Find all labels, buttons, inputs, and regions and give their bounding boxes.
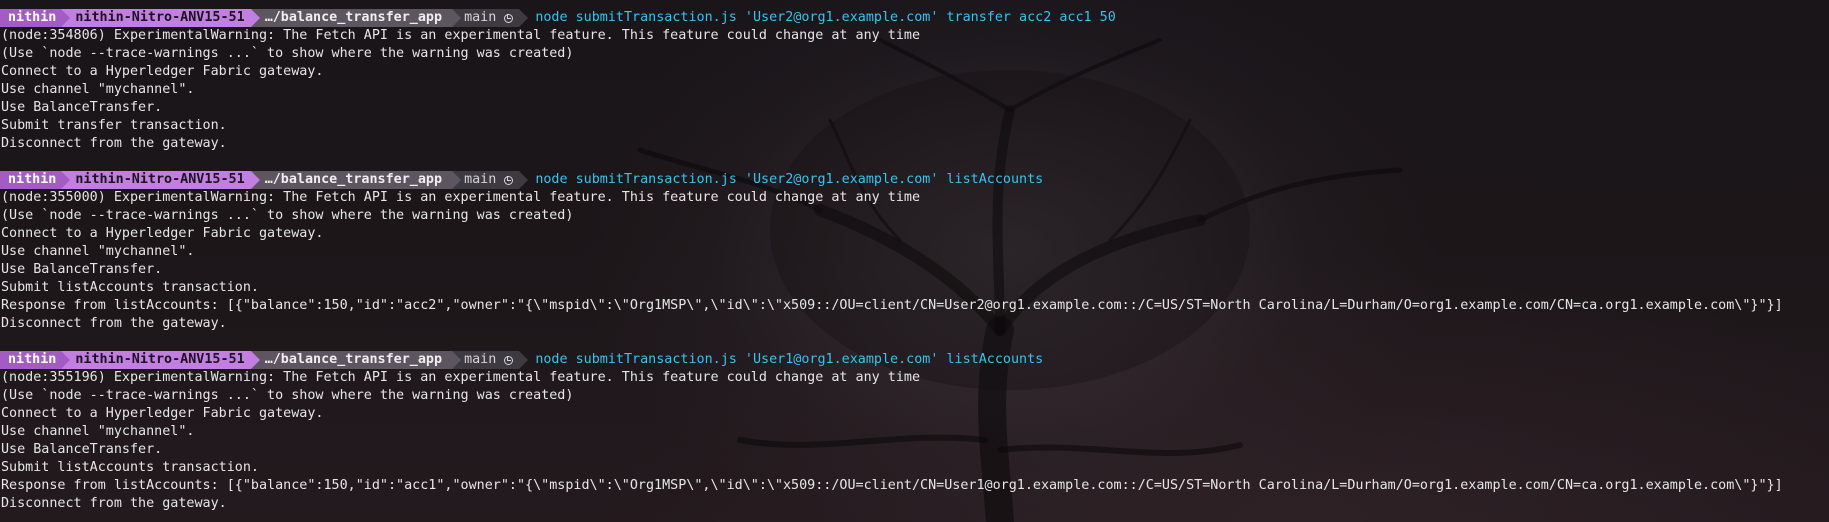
output-line: Use BalanceTransfer. xyxy=(1,262,163,277)
prompt-host: nithin-Nitro-ANV15-51 xyxy=(75,172,245,187)
output-line: (node:354806) ExperimentalWarning: The F… xyxy=(1,28,921,43)
output-line: Connect to a Hyperledger Fabric gateway. xyxy=(1,406,324,421)
output-line: Submit listAccounts transaction. xyxy=(1,460,259,475)
output-line: Submit listAccounts transaction. xyxy=(1,280,259,295)
output-line: Use BalanceTransfer. xyxy=(1,442,163,457)
prompt-user-segment: nithin xyxy=(0,9,71,27)
prompt-branch: main xyxy=(464,10,497,25)
output-line: Use channel "mychannel". xyxy=(1,244,195,259)
prompt-user: nithin xyxy=(8,172,57,187)
output-line: (Use `node --trace-warnings ...` to show… xyxy=(1,46,574,61)
prompt-user: nithin xyxy=(8,352,57,367)
prompt-git-segment: main xyxy=(452,351,529,369)
prompt-user-segment: nithin xyxy=(0,351,71,369)
prompt-host-segment: nithin-Nitro-ANV15-51 xyxy=(61,351,260,369)
output-line: Disconnect from the gateway. xyxy=(1,136,227,151)
git-status-icon xyxy=(504,355,514,365)
terminal-output[interactable]: nithin nithin-Nitro-ANV15-51 …/balance_t… xyxy=(0,9,1829,513)
command-text: node submitTransaction.js 'User2@org1.ex… xyxy=(535,172,1044,187)
output-line: Use channel "mychannel". xyxy=(1,424,195,439)
output-line: (Use `node --trace-warnings ...` to show… xyxy=(1,208,574,223)
prompt-branch: main xyxy=(464,352,497,367)
shell-prompt: nithin nithin-Nitro-ANV15-51 …/balance_t… xyxy=(0,351,1829,369)
prompt-user-segment: nithin xyxy=(0,171,71,189)
output-line: Use BalanceTransfer. xyxy=(1,100,163,115)
terminal-window[interactable]: nithin nithin-Nitro-ANV15-51 …/balance_t… xyxy=(0,0,1829,522)
prompt-dir: …/balance_transfer_app xyxy=(264,10,443,25)
output-line: Disconnect from the gateway. xyxy=(1,496,227,511)
prompt-branch: main xyxy=(464,172,497,187)
output-line: Connect to a Hyperledger Fabric gateway. xyxy=(1,64,324,79)
output-line: Use channel "mychannel". xyxy=(1,82,195,97)
prompt-dir-segment: …/balance_transfer_app xyxy=(250,9,462,27)
output-line: (node:355000) ExperimentalWarning: The F… xyxy=(1,190,921,205)
output-line: Response from listAccounts: [{"balance":… xyxy=(1,298,1783,313)
prompt-host: nithin-Nitro-ANV15-51 xyxy=(75,352,245,367)
output-line: (Use `node --trace-warnings ...` to show… xyxy=(1,388,574,403)
prompt-dir: …/balance_transfer_app xyxy=(264,172,443,187)
output-line: Connect to a Hyperledger Fabric gateway. xyxy=(1,226,324,241)
git-status-icon xyxy=(504,13,514,23)
output-line: Response from listAccounts: [{"balance":… xyxy=(1,478,1783,493)
prompt-host-segment: nithin-Nitro-ANV15-51 xyxy=(61,9,260,27)
prompt-host-segment: nithin-Nitro-ANV15-51 xyxy=(61,171,260,189)
output-line: Submit transfer transaction. xyxy=(1,118,227,133)
git-status-icon xyxy=(504,175,514,185)
prompt-dir-segment: …/balance_transfer_app xyxy=(250,351,462,369)
prompt-git-segment: main xyxy=(452,171,529,189)
shell-prompt: nithin nithin-Nitro-ANV15-51 …/balance_t… xyxy=(0,171,1829,189)
prompt-dir-segment: …/balance_transfer_app xyxy=(250,171,462,189)
shell-prompt: nithin nithin-Nitro-ANV15-51 …/balance_t… xyxy=(0,9,1829,27)
command-text: node submitTransaction.js 'User1@org1.ex… xyxy=(535,352,1044,367)
prompt-git-segment: main xyxy=(452,9,529,27)
output-line: Disconnect from the gateway. xyxy=(1,316,227,331)
prompt-dir: …/balance_transfer_app xyxy=(264,352,443,367)
output-line: (node:355196) ExperimentalWarning: The F… xyxy=(1,370,921,385)
command-text: node submitTransaction.js 'User2@org1.ex… xyxy=(535,10,1116,25)
prompt-host: nithin-Nitro-ANV15-51 xyxy=(75,10,245,25)
prompt-user: nithin xyxy=(8,10,57,25)
